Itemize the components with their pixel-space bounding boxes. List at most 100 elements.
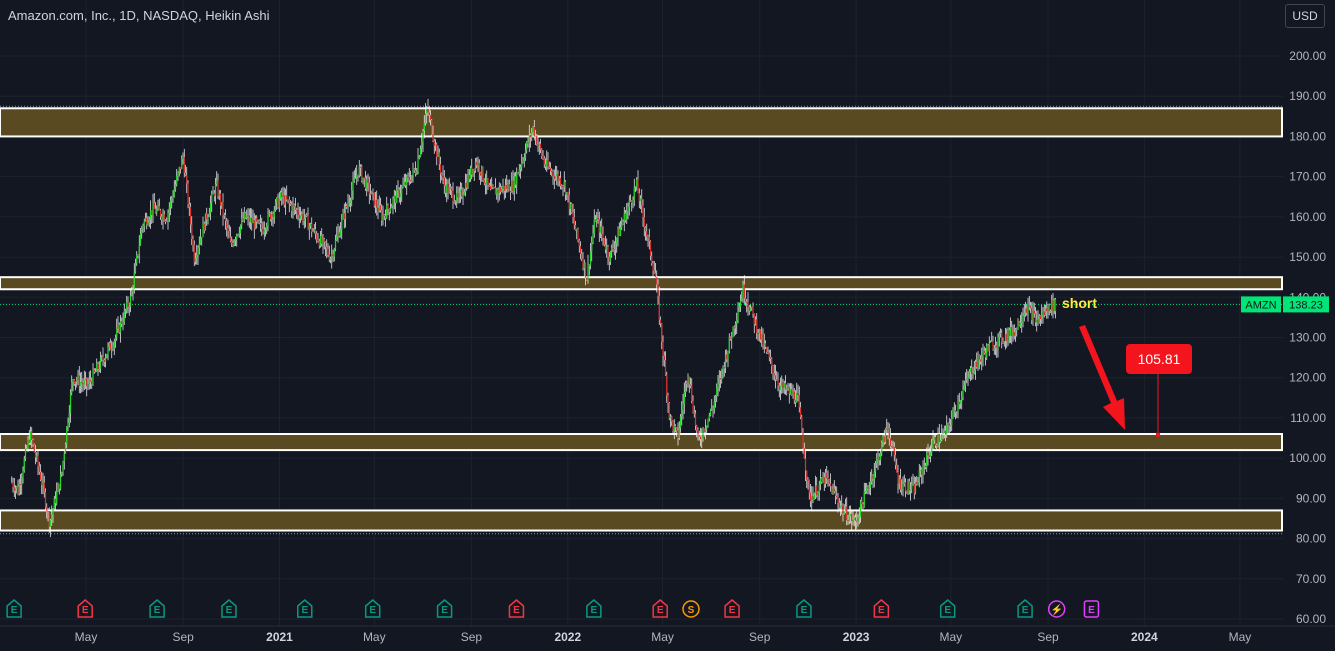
- candle-body: [318, 240, 320, 246]
- candle-body: [564, 181, 567, 195]
- candle-body: [867, 487, 869, 489]
- time-tick-label: Sep: [749, 630, 771, 644]
- time-tick-label: Sep: [461, 630, 483, 644]
- time-axis[interactable]: May Sep 2021 May Sep 2022 May Sep 2023 May Sep 2024…: [0, 625, 1335, 644]
- candle-body: [449, 187, 452, 189]
- price-tick-label: 130.00: [1289, 331, 1326, 345]
- candle-body: [63, 453, 65, 462]
- candle-body: [186, 175, 188, 184]
- candle-body: [374, 199, 377, 206]
- candle-body: [962, 389, 964, 397]
- candle-body: [863, 491, 865, 507]
- candle-body: [627, 206, 629, 212]
- candle-body: [254, 218, 257, 229]
- candle-body: [157, 205, 159, 210]
- price-chart[interactable]: short 105.81 E E E E E E E E E E S E E E E E ⚡ E 200.00 190…: [0, 0, 1335, 651]
- candle-body: [192, 239, 194, 246]
- candle-body: [866, 487, 868, 492]
- candle-body: [173, 189, 175, 197]
- candle-body: [102, 356, 104, 360]
- candle-body: [554, 176, 557, 180]
- candle-body: [314, 229, 317, 234]
- candle-body: [939, 439, 942, 443]
- candle-body: [903, 482, 905, 484]
- candle-body: [184, 172, 187, 176]
- candle-body: [623, 213, 625, 222]
- candle-body: [743, 284, 745, 299]
- candle-body: [908, 481, 910, 491]
- candle-body: [48, 510, 50, 527]
- candle-body: [956, 411, 958, 413]
- candle-body: [416, 171, 418, 174]
- candle-body: [42, 482, 44, 486]
- candle-body: [834, 491, 837, 496]
- candle-body: [196, 255, 198, 259]
- candle-body: [891, 446, 893, 448]
- candle-body: [906, 491, 908, 493]
- candle-body: [1051, 300, 1053, 311]
- candle-body: [759, 329, 762, 340]
- event-marker-letter: E: [11, 605, 18, 616]
- candle-body: [481, 167, 483, 176]
- candle-body: [386, 205, 388, 219]
- candle-body: [519, 167, 522, 170]
- candle-body: [1002, 341, 1004, 343]
- candle-body: [963, 385, 965, 390]
- candle-body: [209, 202, 212, 214]
- candle-body: [227, 228, 229, 232]
- candle-body: [902, 483, 904, 489]
- candle-body: [877, 456, 879, 460]
- price-tick-label: 160.00: [1289, 210, 1326, 224]
- candle-body: [434, 144, 437, 146]
- candle-body: [593, 219, 595, 234]
- candle-body: [397, 189, 399, 191]
- candle-body: [353, 178, 355, 181]
- candle-body: [201, 237, 203, 239]
- candle-body: [857, 517, 859, 522]
- price-axis[interactable]: 200.00190.00180.00170.00160.00150.00140.…: [1241, 0, 1335, 651]
- candle-body: [994, 345, 997, 349]
- candle-body: [711, 409, 713, 411]
- candle-body: [1009, 326, 1012, 337]
- candle-body: [1054, 299, 1057, 312]
- support-resistance-zones: [0, 105, 1283, 535]
- candle-body: [426, 108, 428, 114]
- candle-body: [443, 177, 445, 186]
- candle-body: [1046, 308, 1048, 311]
- candle-body: [787, 387, 789, 389]
- candle-body: [316, 233, 318, 240]
- candle-body: [31, 431, 33, 441]
- candle-body: [776, 379, 778, 381]
- candle-body: [116, 328, 118, 337]
- candle-body: [269, 213, 272, 220]
- candle-body: [273, 210, 275, 217]
- candle-body: [467, 175, 469, 188]
- candle-body: [442, 175, 444, 178]
- candle-body: [869, 481, 872, 488]
- candle-body: [538, 143, 540, 145]
- candle-body: [117, 324, 119, 329]
- candle-body: [644, 227, 647, 232]
- candle-body: [921, 470, 923, 475]
- candle-body: [34, 451, 37, 458]
- candle-body: [959, 400, 962, 405]
- candle-body: [126, 302, 128, 311]
- candle-body: [1052, 300, 1054, 311]
- candle-body: [938, 433, 940, 443]
- currency-button[interactable]: USD: [1285, 4, 1325, 28]
- candle-body: [26, 448, 28, 450]
- candle-body: [973, 370, 975, 373]
- candle-body: [361, 166, 363, 181]
- candle-body: [1041, 315, 1043, 320]
- candle-body: [484, 183, 487, 185]
- candle-body: [193, 245, 195, 263]
- candle-body: [468, 175, 470, 179]
- candle-body: [69, 392, 72, 413]
- candle-body: [219, 193, 222, 206]
- candle-body: [536, 135, 538, 145]
- candle-body: [28, 439, 30, 443]
- candle-body: [347, 203, 349, 207]
- candle-body: [242, 218, 244, 221]
- event-marker-letter: E: [1088, 605, 1095, 616]
- candle-body: [194, 258, 197, 263]
